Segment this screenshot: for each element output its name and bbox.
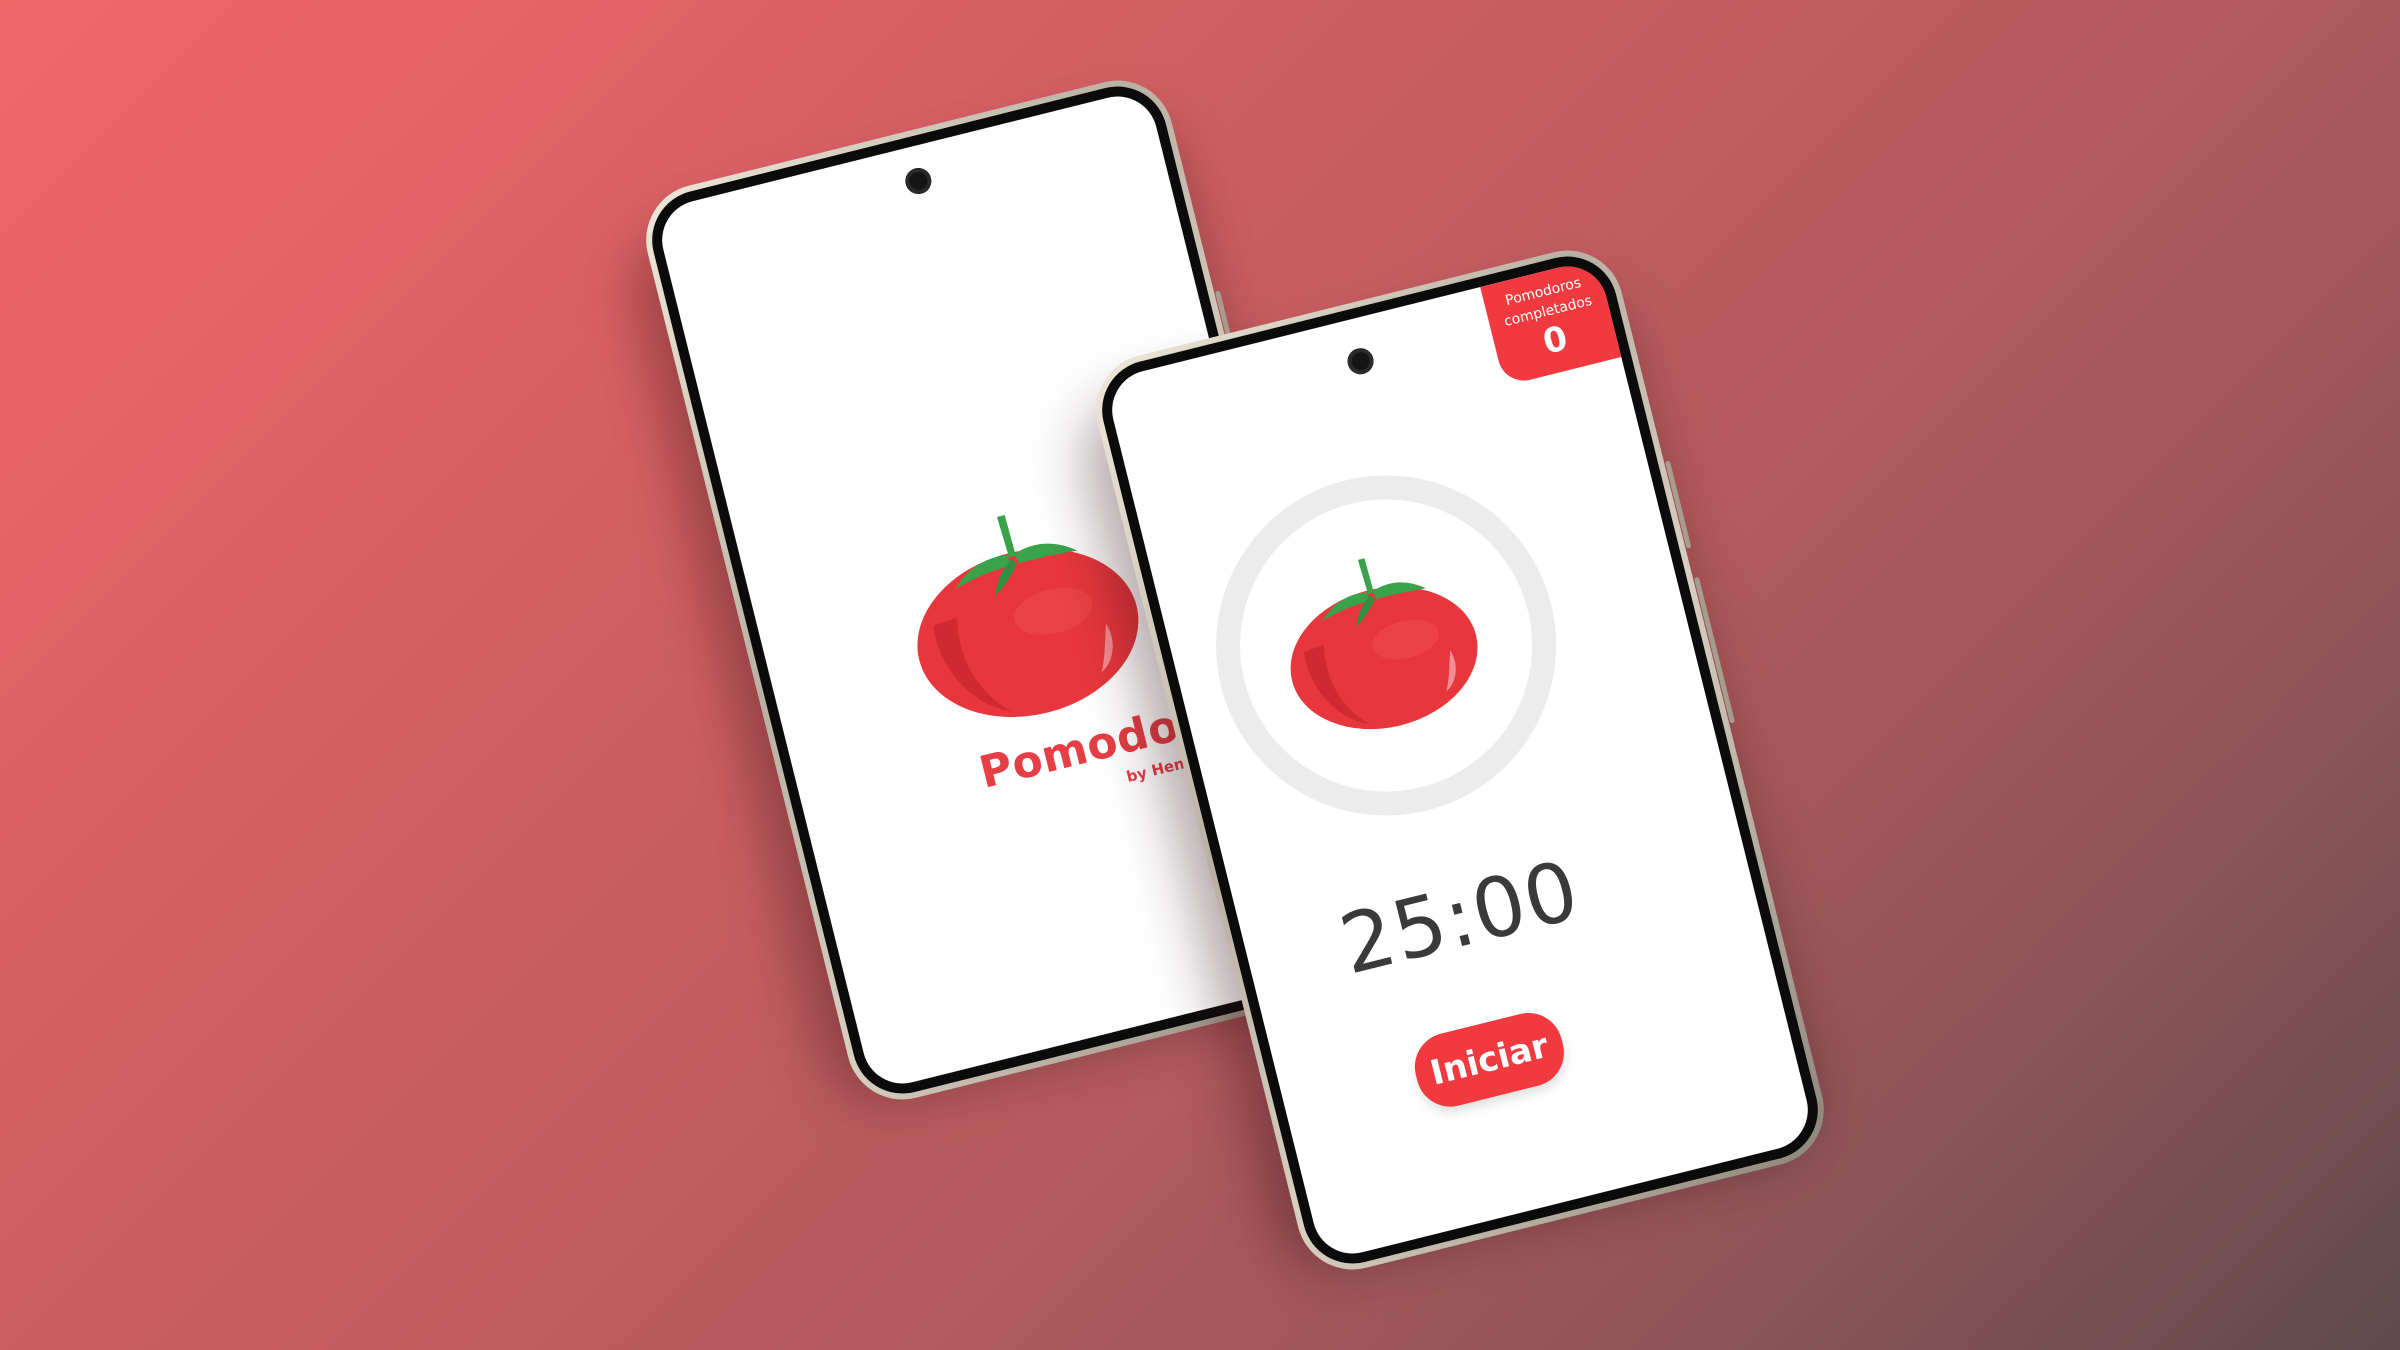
start-button[interactable]: Iniciar bbox=[1407, 1005, 1572, 1114]
phone-timer: Pomodoros completados 0 25:00 Iniciar bbox=[1084, 238, 1836, 1282]
front-camera bbox=[1344, 345, 1377, 377]
timer-display: 25:00 bbox=[1331, 842, 1589, 994]
pomodoro-counter: Pomodoros completados 0 bbox=[1480, 258, 1622, 387]
front-camera bbox=[902, 165, 935, 197]
timer-screen: Pomodoros completados 0 25:00 Iniciar bbox=[1103, 258, 1817, 1262]
